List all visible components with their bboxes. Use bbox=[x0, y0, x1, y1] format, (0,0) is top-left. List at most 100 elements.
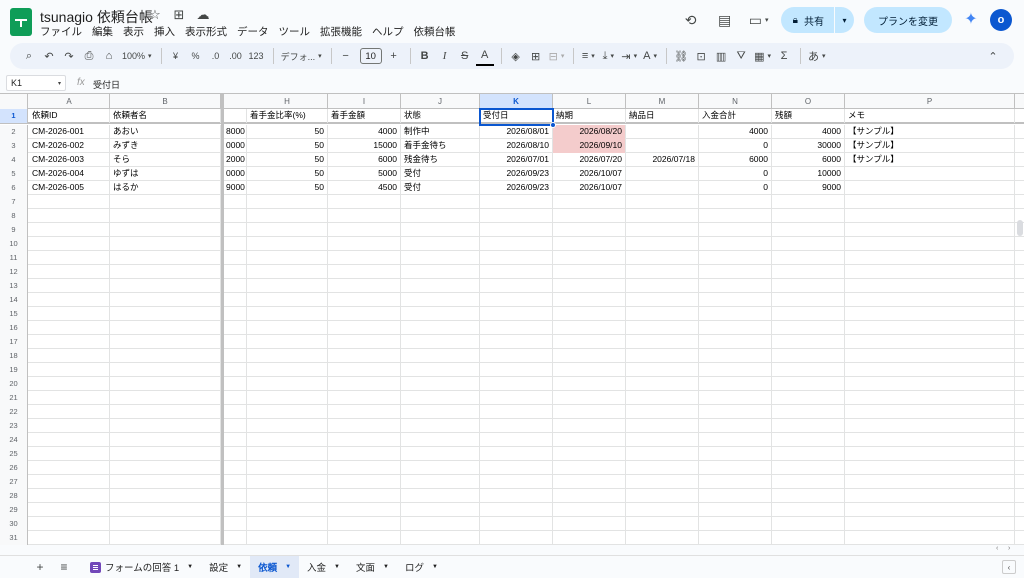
cell-l27[interactable] bbox=[553, 475, 626, 489]
cell-p8[interactable] bbox=[845, 209, 1015, 223]
cell-n17[interactable] bbox=[699, 335, 772, 349]
cell-k30[interactable] bbox=[480, 517, 553, 531]
cell-k15[interactable] bbox=[480, 307, 553, 321]
cell-b28[interactable] bbox=[110, 489, 221, 503]
row-header[interactable]: 22 bbox=[0, 405, 28, 419]
cell-m16[interactable] bbox=[626, 321, 699, 335]
cell-j8[interactable] bbox=[401, 209, 480, 223]
cell-h24[interactable] bbox=[247, 433, 328, 447]
cell-i16[interactable] bbox=[328, 321, 401, 335]
row-header[interactable]: 8 bbox=[0, 209, 28, 223]
increase-decimal-button[interactable]: .00 bbox=[227, 46, 245, 66]
cell-o16[interactable] bbox=[772, 321, 845, 335]
cell-h9[interactable] bbox=[247, 223, 328, 237]
cell-k8[interactable] bbox=[480, 209, 553, 223]
cell-h19[interactable] bbox=[247, 363, 328, 377]
cell-m13[interactable] bbox=[626, 279, 699, 293]
cell-k23[interactable] bbox=[480, 419, 553, 433]
tab-requests[interactable]: 依頼 ▼ bbox=[250, 555, 300, 578]
cell-n1[interactable]: 入金合計 bbox=[699, 109, 772, 123]
cell-g-partial[interactable] bbox=[224, 531, 247, 545]
cell-m25[interactable] bbox=[626, 447, 699, 461]
cell-j4[interactable]: 残金待ち bbox=[401, 153, 480, 167]
cell-n31[interactable] bbox=[699, 531, 772, 545]
cell-j14[interactable] bbox=[401, 293, 480, 307]
cell-j17[interactable] bbox=[401, 335, 480, 349]
insert-chart-icon[interactable]: ▥ bbox=[712, 46, 730, 66]
cell-m10[interactable] bbox=[626, 237, 699, 251]
cell-n27[interactable] bbox=[699, 475, 772, 489]
cell-l9[interactable] bbox=[553, 223, 626, 237]
column-header-l[interactable]: L bbox=[553, 94, 626, 109]
cell-o18[interactable] bbox=[772, 349, 845, 363]
side-panel-toggle-icon[interactable]: ‹ bbox=[1002, 560, 1016, 574]
cell-p19[interactable] bbox=[845, 363, 1015, 377]
row-header[interactable]: 28 bbox=[0, 489, 28, 503]
cell-h28[interactable] bbox=[247, 489, 328, 503]
cell-k20[interactable] bbox=[480, 377, 553, 391]
cell-h4[interactable]: 50 bbox=[247, 153, 328, 167]
cell-p26[interactable] bbox=[845, 461, 1015, 475]
cell-p9[interactable] bbox=[845, 223, 1015, 237]
cell-j31[interactable] bbox=[401, 531, 480, 545]
cell-g-partial[interactable]: 0000 bbox=[224, 167, 247, 181]
borders-icon[interactable]: ⊞ bbox=[527, 46, 545, 66]
filter-views-icon[interactable]: ▦ ▾ bbox=[752, 46, 773, 66]
cell-k18[interactable] bbox=[480, 349, 553, 363]
cell-l18[interactable] bbox=[553, 349, 626, 363]
cell-m15[interactable] bbox=[626, 307, 699, 321]
cell-j27[interactable] bbox=[401, 475, 480, 489]
cell-b2[interactable]: あおい bbox=[110, 125, 221, 139]
tab-payments[interactable]: 入金 ▼ bbox=[299, 556, 348, 578]
cell-p6[interactable] bbox=[845, 181, 1015, 195]
cell-o12[interactable] bbox=[772, 265, 845, 279]
cell-l3[interactable]: 2026/09/10 bbox=[553, 139, 626, 153]
row-header[interactable]: 26 bbox=[0, 461, 28, 475]
cell-g-partial[interactable] bbox=[224, 405, 247, 419]
cell-b13[interactable] bbox=[110, 279, 221, 293]
row-header[interactable]: 10 bbox=[0, 237, 28, 251]
cell-a4[interactable]: CM-2026-003 bbox=[29, 153, 110, 167]
cell-p15[interactable] bbox=[845, 307, 1015, 321]
cell-b15[interactable] bbox=[110, 307, 221, 321]
cell-a2[interactable]: CM-2026-001 bbox=[29, 125, 110, 139]
cell-o15[interactable] bbox=[772, 307, 845, 321]
cell-p7[interactable] bbox=[845, 195, 1015, 209]
cell-h8[interactable] bbox=[247, 209, 328, 223]
cell-p10[interactable] bbox=[845, 237, 1015, 251]
cell-m18[interactable] bbox=[626, 349, 699, 363]
menu-format[interactable]: 表示形式 bbox=[180, 25, 232, 39]
cell-g-partial[interactable] bbox=[224, 265, 247, 279]
cell-i4[interactable]: 6000 bbox=[328, 153, 401, 167]
cell-g-partial[interactable] bbox=[224, 109, 247, 123]
cell-g-partial[interactable] bbox=[224, 503, 247, 517]
cell-k7[interactable] bbox=[480, 195, 553, 209]
cell-i22[interactable] bbox=[328, 405, 401, 419]
cell-i31[interactable] bbox=[328, 531, 401, 545]
cell-b16[interactable] bbox=[110, 321, 221, 335]
cell-i8[interactable] bbox=[328, 209, 401, 223]
cell-i18[interactable] bbox=[328, 349, 401, 363]
cell-p23[interactable] bbox=[845, 419, 1015, 433]
menu-extensions[interactable]: 拡張機能 bbox=[315, 25, 367, 39]
cell-k26[interactable] bbox=[480, 461, 553, 475]
cell-l1[interactable]: 納期 bbox=[553, 109, 626, 123]
share-dropdown[interactable]: ▾ bbox=[834, 7, 854, 33]
cell-k16[interactable] bbox=[480, 321, 553, 335]
cell-h30[interactable] bbox=[247, 517, 328, 531]
cell-g-partial[interactable] bbox=[224, 209, 247, 223]
cell-p5[interactable] bbox=[845, 167, 1015, 181]
cell-g-partial[interactable] bbox=[224, 237, 247, 251]
row-header[interactable]: 18 bbox=[0, 349, 28, 363]
cell-k13[interactable] bbox=[480, 279, 553, 293]
cell-k21[interactable] bbox=[480, 391, 553, 405]
cell-n4[interactable]: 6000 bbox=[699, 153, 772, 167]
menu-tools[interactable]: ツール bbox=[274, 25, 316, 39]
row-header[interactable]: 29 bbox=[0, 503, 28, 517]
cell-a5[interactable]: CM-2026-004 bbox=[29, 167, 110, 181]
cell-a28[interactable] bbox=[29, 489, 110, 503]
cell-n25[interactable] bbox=[699, 447, 772, 461]
cell-i7[interactable] bbox=[328, 195, 401, 209]
cell-l14[interactable] bbox=[553, 293, 626, 307]
cell-b27[interactable] bbox=[110, 475, 221, 489]
